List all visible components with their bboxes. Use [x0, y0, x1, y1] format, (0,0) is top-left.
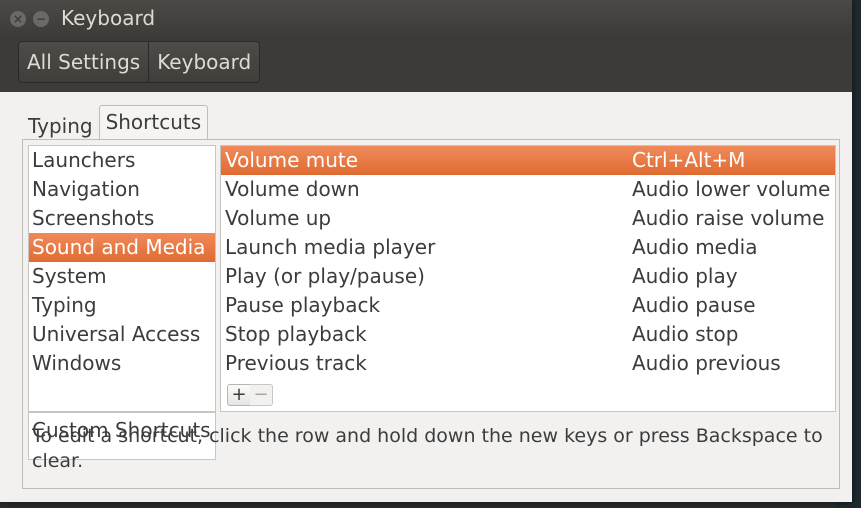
shortcut-row[interactable]: Volume up Audio raise volume: [221, 204, 835, 233]
shortcut-action: Stop playback: [225, 322, 367, 346]
tab-bar: Typing Shortcuts: [22, 105, 209, 140]
category-windows[interactable]: Windows: [29, 349, 215, 378]
shortcut-row[interactable]: Previous track Audio previous: [221, 349, 835, 378]
shortcut-row[interactable]: Launch media player Audio media: [221, 233, 835, 262]
close-icon[interactable]: ×: [10, 11, 26, 27]
shortcut-list: Volume mute Ctrl+Alt+M Volume down Audio…: [220, 145, 836, 380]
breadcrumb-keyboard[interactable]: Keyboard: [148, 42, 259, 82]
shortcut-row[interactable]: Volume down Audio lower volume: [221, 175, 835, 204]
category-typing[interactable]: Typing: [29, 291, 215, 320]
category-navigation[interactable]: Navigation: [29, 175, 215, 204]
shortcuts-panel: Launchers Navigation Screenshots Sound a…: [22, 139, 840, 489]
shortcut-row[interactable]: Volume mute Ctrl+Alt+M: [221, 146, 835, 175]
shortcut-action: Volume down: [225, 177, 360, 201]
shortcut-accelerator[interactable]: Ctrl+Alt+M: [632, 146, 745, 175]
breadcrumb: All Settings Keyboard: [18, 41, 261, 83]
category-sound-and-media[interactable]: Sound and Media: [29, 233, 215, 262]
keyboard-window: × − Keyboard All Settings Keyboard Typin…: [0, 0, 852, 502]
shortcut-accelerator[interactable]: Audio pause: [632, 291, 756, 320]
tab-shortcuts[interactable]: Shortcuts: [98, 105, 209, 140]
shortcut-action: Pause playback: [225, 293, 381, 317]
category-system[interactable]: System: [29, 262, 215, 291]
shortcut-action: Volume up: [225, 206, 332, 230]
add-shortcut-button[interactable]: +: [227, 384, 251, 406]
shortcut-action: Previous track: [225, 351, 367, 375]
shortcut-row[interactable]: Play (or play/pause) Audio play: [221, 262, 835, 291]
tab-typing[interactable]: Typing: [22, 110, 99, 140]
shortcut-accelerator[interactable]: Audio raise volume: [632, 204, 824, 233]
settings-content: Typing Shortcuts Launchers Navigation Sc…: [8, 92, 844, 494]
help-text: To edit a shortcut, click the row and ho…: [32, 425, 823, 472]
category-screenshots[interactable]: Screenshots: [29, 204, 215, 233]
minimize-icon[interactable]: −: [33, 11, 49, 27]
shortcut-accelerator[interactable]: Audio lower volume: [632, 175, 830, 204]
shortcut-accelerator[interactable]: Audio media: [632, 233, 758, 262]
shortcut-accelerator[interactable]: Audio stop: [632, 320, 738, 349]
titlebar: × − Keyboard: [0, 0, 852, 38]
window-title: Keyboard: [61, 6, 156, 30]
shortcut-row[interactable]: Pause playback Audio pause: [221, 291, 835, 320]
shortcut-action: Play (or play/pause): [225, 264, 425, 288]
shortcut-row[interactable]: Stop playback Audio stop: [221, 320, 835, 349]
shortcut-accelerator[interactable]: Audio play: [632, 262, 738, 291]
breadcrumb-all-settings[interactable]: All Settings: [19, 42, 148, 82]
shortcut-accelerator[interactable]: Audio previous: [632, 349, 781, 378]
category-launchers[interactable]: Launchers: [29, 146, 215, 175]
category-list: Launchers Navigation Screenshots Sound a…: [28, 145, 216, 412]
header-toolbar: All Settings Keyboard: [0, 38, 852, 92]
category-universal-access[interactable]: Universal Access: [29, 320, 215, 349]
shortcut-action: Launch media player: [225, 235, 436, 259]
shortcut-list-toolbar: + −: [220, 379, 836, 412]
remove-shortcut-button[interactable]: −: [250, 384, 273, 406]
shortcut-action: Volume mute: [225, 148, 359, 172]
